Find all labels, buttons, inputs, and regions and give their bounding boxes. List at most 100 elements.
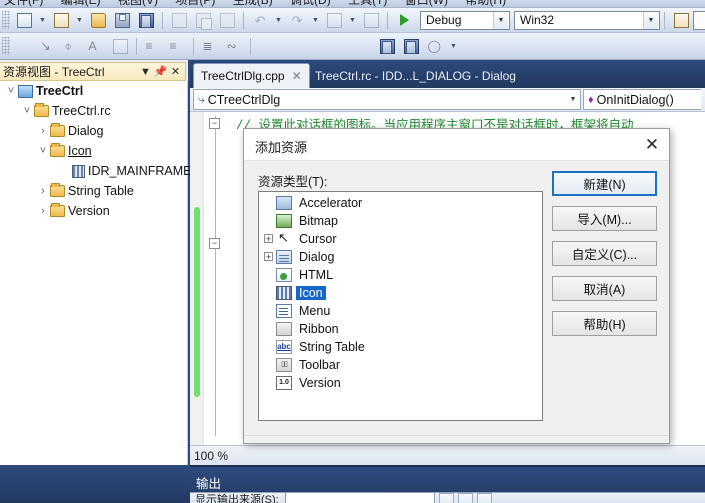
- paste-button[interactable]: [216, 10, 238, 31]
- expander-icon[interactable]: +: [261, 252, 276, 262]
- toggle-docking-right-button[interactable]: [400, 36, 422, 57]
- redo-dropdown[interactable]: ▼: [310, 10, 321, 31]
- go-to-next-message-button[interactable]: [476, 493, 492, 503]
- close-icon[interactable]: ✕: [641, 134, 663, 155]
- undo-button[interactable]: ↶: [249, 10, 271, 31]
- tree-node-treectrl-rc[interactable]: ˅ TreeCtrl.rc: [0, 101, 187, 121]
- start-debugging-button[interactable]: [393, 10, 415, 31]
- list-item-toolbar[interactable]: ▯▯ Toolbar: [259, 356, 542, 374]
- import-button[interactable]: 导入(M)...: [552, 206, 657, 231]
- list-item-icon[interactable]: Icon: [259, 284, 542, 302]
- menu-item-debug[interactable]: 调试(D): [290, 0, 331, 7]
- open-file-button[interactable]: [87, 10, 109, 31]
- list-item-accelerator[interactable]: Accelerator: [259, 194, 542, 212]
- editor-navigation-bar[interactable]: ⤷ CTreeCtrlDlg ▼ ♦ OnInitDialog(): [190, 88, 705, 112]
- tab-order-button[interactable]: ↘: [37, 36, 59, 57]
- new-item-dropdown[interactable]: ▼: [74, 10, 85, 31]
- tree-node-string-table[interactable]: › String Table: [0, 181, 187, 201]
- toolbar-grip[interactable]: [2, 11, 10, 29]
- dialog-properties-button[interactable]: [109, 36, 131, 57]
- tree-node-version[interactable]: › Version: [0, 201, 187, 221]
- menu-item-project[interactable]: 项目(P): [175, 0, 215, 7]
- quick-find-input[interactable]: [693, 10, 705, 30]
- menu-item-build[interactable]: 生成(B): [233, 0, 273, 7]
- navigate-forward-button[interactable]: [360, 10, 382, 31]
- chevron-down-icon[interactable]: ▼: [138, 64, 153, 79]
- menu-item-window[interactable]: 窗口(W): [405, 0, 448, 7]
- redo-button[interactable]: ↷: [286, 10, 308, 31]
- navigate-backward-dropdown[interactable]: ▼: [347, 10, 358, 31]
- twisty-icon[interactable]: ›: [36, 185, 50, 197]
- clear-output-button[interactable]: [438, 493, 454, 503]
- list-item-cursor[interactable]: + Cursor: [259, 230, 542, 248]
- list-item-html[interactable]: HTML: [259, 266, 542, 284]
- toggle-guides2-button[interactable]: [328, 36, 350, 57]
- document-tab-strip[interactable]: TreeCtrlDlg.cpp ✕ TreeCtrl.rc - IDD...L_…: [190, 60, 705, 88]
- class-selector-combo[interactable]: ⤷ CTreeCtrlDlg ▼: [193, 89, 581, 110]
- new-button[interactable]: 新建(N): [552, 171, 657, 196]
- resource-view-tree[interactable]: ˅ TreeCtrl ˅ TreeCtrl.rc › Dialog ˅ Icon: [0, 81, 191, 501]
- chevron-down-icon[interactable]: ▼: [493, 11, 508, 29]
- toggle-guides-button[interactable]: A: [85, 36, 107, 57]
- list-item-bitmap[interactable]: Bitmap: [259, 212, 542, 230]
- new-project-button[interactable]: [13, 10, 35, 31]
- twisty-icon[interactable]: ›: [36, 125, 50, 137]
- menu-bar[interactable]: 文件(F) 编辑(E) 视图(V) 项目(P) 生成(B) 调试(D) 工具(T…: [0, 0, 705, 8]
- navigate-backward-button[interactable]: [323, 10, 345, 31]
- save-all-button[interactable]: [135, 10, 157, 31]
- twisty-icon[interactable]: ˅: [20, 105, 34, 117]
- undo-dropdown[interactable]: ▼: [273, 10, 284, 31]
- tree-node-icon[interactable]: ˅ Icon: [0, 141, 187, 161]
- toggle-wordwrap-button[interactable]: [457, 493, 473, 503]
- make-same-size-button[interactable]: ≣: [199, 36, 221, 57]
- dialog-editor-toolbar[interactable]: ↘ ⌽ A ≡ ≡ ≣ ∾ ◯ ▼: [0, 33, 705, 60]
- check-mnemonics-button[interactable]: ◯: [424, 36, 446, 57]
- editor-zoom-bar[interactable]: 100 %: [190, 445, 705, 465]
- output-source-combo[interactable]: [284, 493, 435, 503]
- find-in-files-button[interactable]: [670, 10, 692, 31]
- cancel-button[interactable]: 取消(A): [552, 276, 657, 301]
- copy-button[interactable]: [192, 10, 214, 31]
- pointer-button[interactable]: ⌽: [61, 36, 83, 57]
- tab-treectrl-rc-dialog[interactable]: TreeCtrl.rc - IDD...L_DIALOG - Dialog: [308, 63, 523, 88]
- resource-type-list[interactable]: Accelerator Bitmap + Cursor + Dialog HTM…: [258, 191, 543, 421]
- cut-button[interactable]: [168, 10, 190, 31]
- list-item-version[interactable]: 1.0 Version: [259, 374, 542, 392]
- chevron-down-icon[interactable]: ▼: [566, 96, 580, 103]
- test-dialog-button[interactable]: [13, 36, 35, 57]
- tree-node-treectrl[interactable]: ˅ TreeCtrl: [0, 81, 187, 101]
- outline-collapse-box[interactable]: −: [209, 238, 220, 249]
- menu-item-view[interactable]: 视图(V): [118, 0, 158, 7]
- expander-icon[interactable]: +: [261, 234, 276, 244]
- chevron-down-icon[interactable]: ▼: [643, 11, 658, 29]
- twisty-icon[interactable]: ˅: [4, 85, 18, 97]
- center-horizontal-button[interactable]: [256, 36, 278, 57]
- list-item-string-table[interactable]: abc String Table: [259, 338, 542, 356]
- twisty-icon[interactable]: ›: [36, 205, 50, 217]
- tab-treectrldlg-cpp[interactable]: TreeCtrlDlg.cpp ✕: [193, 63, 310, 88]
- space-evenly-button[interactable]: ∾: [223, 36, 245, 57]
- outline-collapse-box[interactable]: −: [209, 118, 220, 129]
- menu-item-tools[interactable]: 工具(T): [348, 0, 387, 7]
- editor-outlining-margin[interactable]: − −: [209, 112, 223, 465]
- standard-toolbar[interactable]: ▼ ▼ ↶ ▼ ↷ ▼ ▼ Debug ▼ Win32 ▼: [0, 8, 705, 33]
- dialog-title-bar[interactable]: 添加资源 ✕: [244, 129, 669, 161]
- align-right-button[interactable]: ≡: [166, 36, 188, 57]
- toolbar-grip[interactable]: [2, 37, 10, 55]
- new-item-button[interactable]: [50, 10, 72, 31]
- save-button[interactable]: [111, 10, 133, 31]
- menu-item-edit[interactable]: 编辑(E): [61, 0, 101, 7]
- help-button[interactable]: 帮助(H): [552, 311, 657, 336]
- tree-node-dialog[interactable]: › Dialog: [0, 121, 187, 141]
- custom-button[interactable]: 自定义(C)...: [552, 241, 657, 266]
- list-item-menu[interactable]: Menu: [259, 302, 542, 320]
- pin-icon[interactable]: 📌: [153, 64, 168, 79]
- align-bottom-button[interactable]: [352, 36, 374, 57]
- tree-node-idr-mainframe[interactable]: · IDR_MAINFRAME: [0, 161, 191, 181]
- add-resource-dialog[interactable]: 添加资源 ✕ 资源类型(T): Accelerator Bitmap + Cur…: [243, 128, 670, 444]
- solution-configuration-combo[interactable]: Debug ▼: [420, 10, 510, 30]
- toggle-grid-button[interactable]: [304, 36, 326, 57]
- member-selector-combo[interactable]: ♦ OnInitDialog(): [583, 89, 701, 110]
- output-panel-toolbar[interactable]: 显示输出来源(S):: [190, 492, 705, 503]
- menu-bar-items[interactable]: 文件(F) 编辑(E) 视图(V) 项目(P) 生成(B) 调试(D) 工具(T…: [4, 0, 520, 7]
